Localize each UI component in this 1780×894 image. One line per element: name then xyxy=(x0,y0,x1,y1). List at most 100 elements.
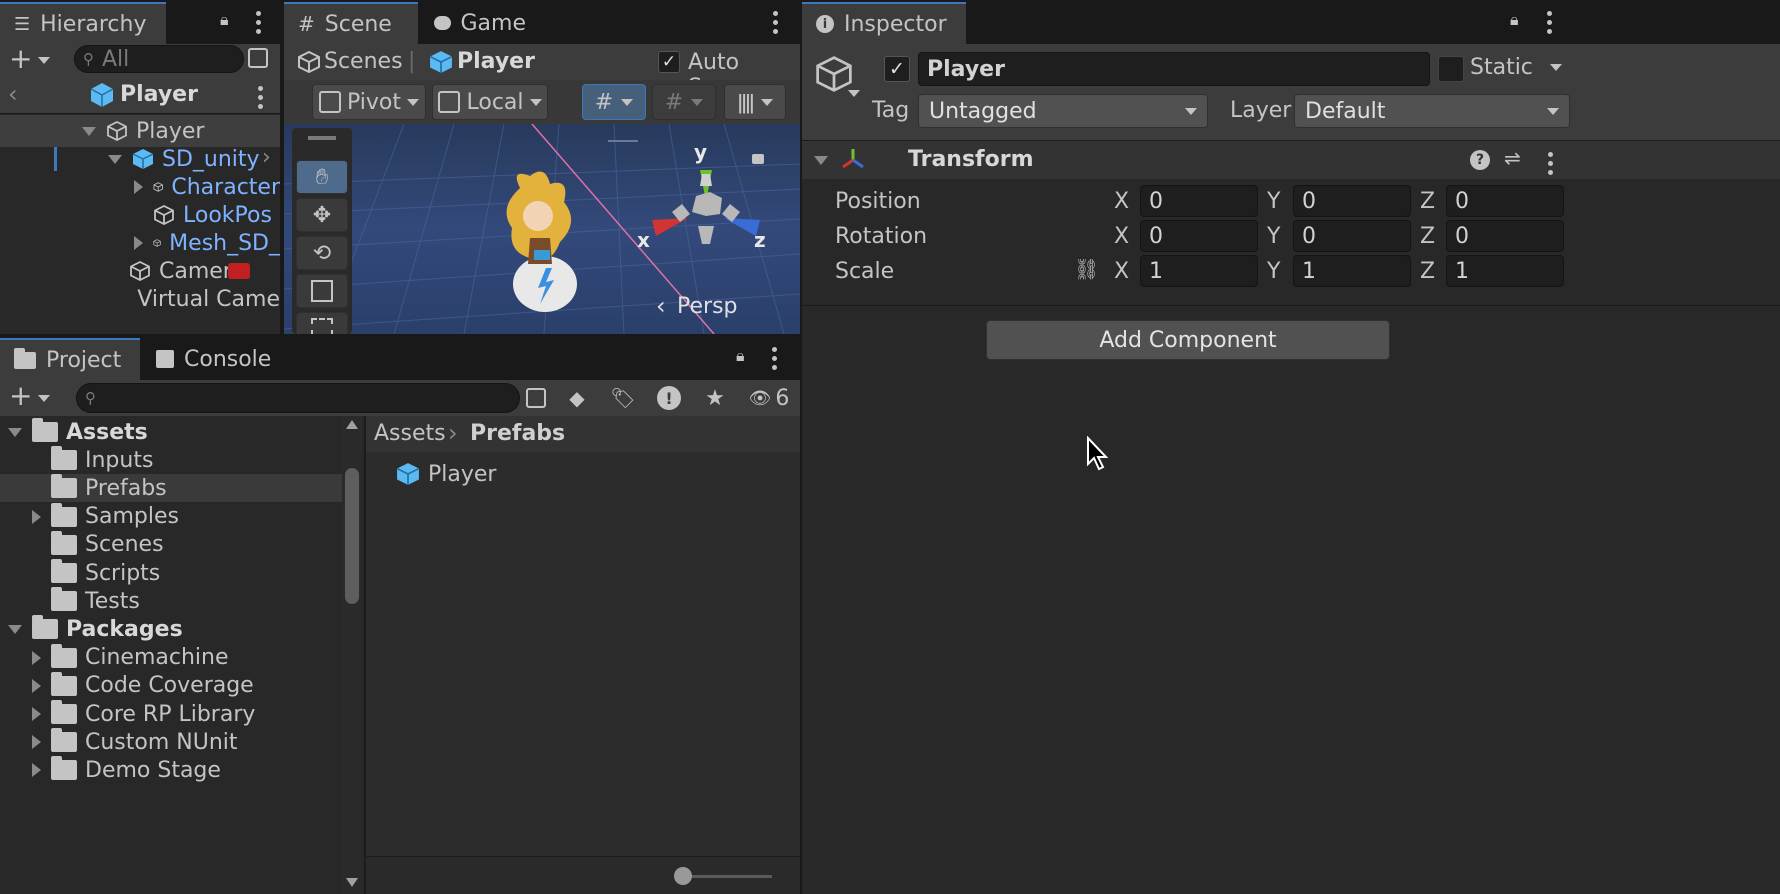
tree-row-virtual-camera[interactable]: Virtual Came xyxy=(0,283,280,315)
tag-dropdown[interactable]: Untagged xyxy=(918,94,1208,128)
open-window-icon[interactable] xyxy=(248,48,268,68)
collapsed-arrow-icon[interactable] xyxy=(32,763,41,778)
axis-label-y[interactable]: Y xyxy=(1267,224,1280,249)
open-window-icon[interactable] xyxy=(526,388,546,408)
axis-label-x[interactable]: X xyxy=(1114,259,1129,284)
folder-row-core-rp-library[interactable]: Core RP Library xyxy=(0,700,342,728)
scroll-thumb[interactable] xyxy=(345,468,359,604)
increment-snap-button[interactable]: # xyxy=(652,84,716,120)
scroll-up-arrow-icon[interactable] xyxy=(346,420,358,429)
add-icon[interactable]: + xyxy=(9,379,32,412)
folder-row-scripts[interactable]: Scripts xyxy=(0,559,342,587)
folder-row-packages[interactable]: Packages xyxy=(0,615,342,643)
tab-project[interactable]: Project xyxy=(0,338,140,380)
folder-row-tests[interactable]: Tests xyxy=(0,587,342,615)
gizmo-lock-icon[interactable] xyxy=(752,154,764,164)
path-root[interactable]: Assets xyxy=(374,421,446,446)
scroll-down-arrow-icon[interactable] xyxy=(346,878,358,887)
hidden-packages-button[interactable]: 👁︎ 6 xyxy=(740,382,798,414)
transform-header[interactable]: Transform ? ⇌ xyxy=(802,141,1780,179)
folder-row-demo-stage[interactable]: Demo Stage xyxy=(0,756,342,784)
breadcrumb-current[interactable]: Player xyxy=(457,49,535,74)
static-dropdown-icon[interactable] xyxy=(1550,64,1562,71)
collapsed-arrow-icon[interactable] xyxy=(134,236,143,250)
tab-inspector[interactable]: i Inspector xyxy=(802,2,966,44)
icon-dropdown-icon[interactable] xyxy=(848,90,860,97)
persp-label[interactable]: Persp xyxy=(677,294,738,319)
axis-label-z[interactable]: Z xyxy=(1420,189,1435,214)
auto-save-checkbox[interactable]: ✓ xyxy=(658,51,680,73)
folder-row-prefabs[interactable]: Prefabs xyxy=(0,474,342,503)
open-prefab-arrow-icon[interactable]: › xyxy=(262,145,271,170)
collapsed-arrow-icon[interactable] xyxy=(134,180,143,194)
scene-menu-icon[interactable] xyxy=(772,11,778,34)
expand-arrow-icon[interactable] xyxy=(8,427,22,437)
tab-scene[interactable]: # Scene xyxy=(284,2,418,44)
component-menu-icon[interactable] xyxy=(1547,152,1553,175)
collapsed-arrow-icon[interactable] xyxy=(32,509,41,524)
expand-arrow-icon[interactable] xyxy=(82,126,96,136)
tab-game[interactable]: Game xyxy=(420,2,540,44)
folder-row-inputs[interactable]: Inputs xyxy=(0,446,342,474)
add-dropdown-icon[interactable] xyxy=(38,395,50,402)
zoom-slider-track[interactable] xyxy=(682,875,772,878)
position-z-field[interactable]: 0 xyxy=(1446,185,1564,217)
collapsed-arrow-icon[interactable] xyxy=(32,707,41,721)
constrain-proportions-icon[interactable]: ⛓︎ xyxy=(1074,257,1099,281)
axis-label-z[interactable]: Z xyxy=(1420,259,1435,284)
scene-viewport[interactable]: ✋︎ ✥ ⟲ y x z ‹ Persp xyxy=(284,124,800,334)
pivot-dropdown[interactable]: Pivot xyxy=(312,84,426,120)
add-icon[interactable]: + xyxy=(9,42,32,75)
folder-row-custom-nunit[interactable]: Custom NUnit xyxy=(0,728,342,756)
scale-y-field[interactable]: 1 xyxy=(1293,255,1411,287)
help-icon[interactable]: ? xyxy=(1470,150,1490,170)
favorites-button[interactable]: ★ xyxy=(694,382,736,414)
expand-arrow-icon[interactable] xyxy=(8,624,22,634)
asset-item-player[interactable]: Player xyxy=(396,458,496,490)
add-component-button[interactable]: Add Component xyxy=(986,320,1390,360)
path-current[interactable]: Prefabs xyxy=(470,421,565,446)
collapsed-arrow-icon[interactable] xyxy=(32,735,41,750)
lock-icon[interactable]: 🔒︎ xyxy=(1510,10,1519,30)
folder-row-cinemachine[interactable]: Cinemachine xyxy=(0,643,342,672)
expand-arrow-icon[interactable] xyxy=(108,154,122,164)
axis-label-x[interactable]: X xyxy=(1114,189,1129,214)
rect-tool-button[interactable] xyxy=(296,312,348,334)
position-x-field[interactable]: 0 xyxy=(1140,185,1258,217)
position-y-field[interactable]: 0 xyxy=(1293,185,1411,217)
rotation-y-field[interactable]: 0 xyxy=(1293,220,1411,252)
scale-x-field[interactable]: 1 xyxy=(1140,255,1258,287)
tree-scrollbar[interactable] xyxy=(342,416,362,894)
axis-label-x[interactable]: X xyxy=(1114,224,1129,249)
active-checkbox[interactable]: ✓ xyxy=(884,56,910,82)
tab-console[interactable]: Console xyxy=(142,338,292,380)
move-tool-button[interactable]: ✥ xyxy=(296,198,348,232)
hand-tool-button[interactable]: ✋︎ xyxy=(296,160,348,194)
tab-hierarchy[interactable]: ☰ Hierarchy xyxy=(0,2,166,44)
collapsed-arrow-icon[interactable] xyxy=(32,650,41,665)
hierarchy-search-input[interactable]: ⚲ All xyxy=(74,45,244,73)
lock-icon[interactable]: 🔒︎ xyxy=(220,10,229,30)
breadcrumb-scenes[interactable]: Scenes xyxy=(324,49,403,74)
log-types-button[interactable]: ! xyxy=(648,382,690,414)
folder-row-code-coverage[interactable]: Code Coverage xyxy=(0,671,342,700)
project-search-input[interactable]: ⚲ xyxy=(76,383,520,413)
project-menu-icon[interactable] xyxy=(771,347,777,370)
scale-z-field[interactable]: 1 xyxy=(1446,255,1564,287)
presets-icon[interactable]: ⇌ xyxy=(1504,146,1521,170)
zoom-slider-thumb[interactable] xyxy=(674,867,692,885)
layer-dropdown[interactable]: Default xyxy=(1294,94,1570,128)
scale-tool-button[interactable] xyxy=(296,274,348,308)
axis-label-y[interactable]: Y xyxy=(1267,259,1280,284)
filter-type-button[interactable]: ◆ xyxy=(556,382,598,414)
lock-icon[interactable]: 🔒︎ xyxy=(736,346,745,366)
rotation-x-field[interactable]: 0 xyxy=(1140,220,1258,252)
collapse-arrow-icon[interactable] xyxy=(814,156,828,165)
add-dropdown-icon[interactable] xyxy=(38,57,50,64)
axis-label-z[interactable]: Z xyxy=(1420,224,1435,249)
axis-label-y[interactable]: Y xyxy=(1267,189,1280,214)
folder-row-samples[interactable]: Samples xyxy=(0,502,342,531)
object-name-field[interactable]: Player xyxy=(918,52,1430,86)
local-dropdown[interactable]: Local xyxy=(432,84,548,120)
back-icon[interactable]: ‹ xyxy=(8,80,18,108)
